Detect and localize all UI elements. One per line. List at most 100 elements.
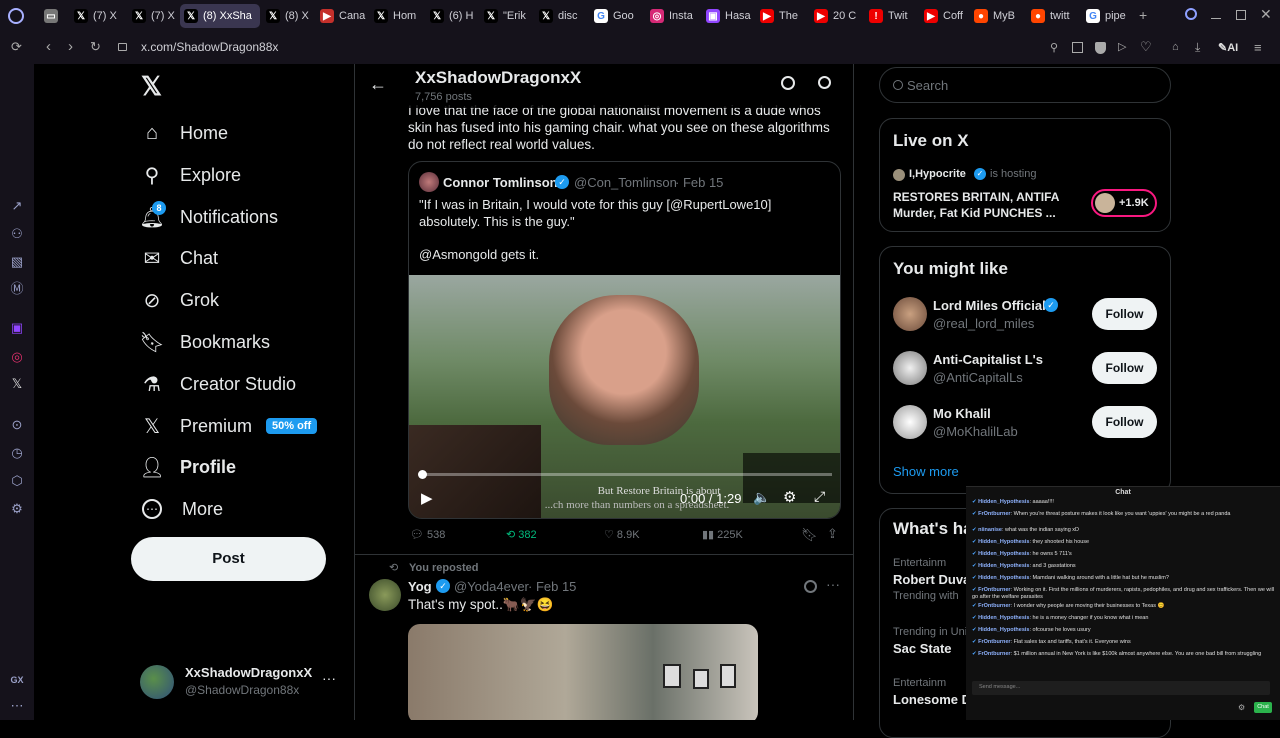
nav-item-bookmarks[interactable]: 🔖︎ Bookmarks [139,327,270,357]
minimize-icon[interactable] [1211,18,1221,19]
bot-icon[interactable]: ⚇ [9,226,25,242]
quoted-author-handle[interactable]: @Con_Tomlinson [574,175,677,190]
aria-icon[interactable]: ↗ [9,198,25,214]
post2-author-handle[interactable]: @Yoda4ever [454,579,529,594]
live-listeners-pill[interactable]: +1.9K [1091,189,1157,217]
tab-search-icon[interactable] [1185,8,1197,20]
quoted-date[interactable]: · Feb 15 [675,175,723,190]
video-play-icon[interactable]: ▶ [421,489,433,507]
browser-tab[interactable]: Gpipe [1082,4,1132,28]
video-fullscreen-icon[interactable]: ⤢ [814,488,825,505]
opera-logo-icon[interactable] [8,8,24,24]
forward-icon[interactable]: › [68,38,73,55]
browser-tab[interactable]: ▣ Hasa [702,4,754,28]
yog-avatar[interactable] [369,579,401,611]
browser-tab[interactable]: ● MyB [970,4,1022,28]
nav-item-chat[interactable]: ✉ Chat [140,243,218,273]
reload-sync-icon[interactable]: ⟳ [11,39,22,55]
settings-icon[interactable]: ⚙ [9,501,25,517]
bookmark-button[interactable]: 🔖︎ [801,527,818,543]
search-input[interactable]: Search [907,78,948,93]
browser-tab[interactable]: ▶ Cana [316,4,368,28]
search-box[interactable]: Search [879,67,1171,103]
twitch-sidebar-icon[interactable]: ▣ [9,320,25,336]
nav-item-grok[interactable]: ⊘ Grok [140,285,219,315]
video-settings-icon[interactable]: ⚙ [783,488,796,506]
browser-tab[interactable]: 𝕏 (8) X [262,4,314,28]
reload-icon[interactable]: ↻ [90,39,101,55]
back-arrow-icon[interactable]: ← [369,74,387,95]
repost-button[interactable]: ⟲ 382 [506,528,537,541]
follow-button[interactable]: Follow [1092,406,1157,438]
heart-icon[interactable]: ♡ [1140,39,1152,55]
player-icon[interactable]: ⊙ [9,417,25,433]
account-switcher[interactable]: XxShadowDragonxX @ShadowDragon88x ··· [140,664,340,700]
views-button[interactable]: ▮▮ 225K [702,528,743,541]
browser-tab[interactable]: ▭ [40,4,68,28]
quoted-author-name[interactable]: Connor Tomlinson [443,175,558,190]
video-player[interactable]: But Restore Britain is about ...ch more … [409,275,840,518]
m-icon[interactable]: Ⓜ [9,281,25,297]
browser-tab[interactable]: ◎ Insta [646,4,698,28]
close-window-icon[interactable]: ✕ [1260,6,1272,23]
browser-tab[interactable]: ▶ The [756,4,808,28]
show-more-link[interactable]: Show more [893,464,959,479]
post-button[interactable]: Post [131,537,326,581]
chat-send-button[interactable]: Chat [1254,702,1272,713]
post2-media[interactable] [408,624,758,720]
pin-icon[interactable]: ⚲ [1050,41,1058,54]
account-more-icon[interactable]: ··· [322,670,336,686]
nav-item-notifications[interactable]: 🔔︎ 8 Notifications [139,201,278,232]
gx-label[interactable]: GX [9,672,25,688]
shield-icon[interactable] [1095,42,1106,54]
browser-tab[interactable]: ● twitt [1027,4,1079,28]
video-scrubber-handle[interactable] [418,470,427,479]
browser-tab[interactable]: 𝕏 Hom [370,4,422,28]
snapshot-icon[interactable] [1072,42,1083,53]
video-progress-track[interactable] [419,473,832,476]
x-logo-icon[interactable]: 𝕏 [141,73,165,99]
url-field[interactable]: x.com/ShadowDragon88x [141,40,278,54]
download-icon[interactable]: ⤓ [1195,40,1200,55]
browser-tab[interactable]: ▶ Coff [920,4,972,28]
back-icon[interactable]: ‹ [46,38,51,55]
browser-tab[interactable]: 𝕏 (8) XxSha [180,4,260,28]
menu-icon[interactable]: ≡ [1254,40,1262,55]
workspace-icon[interactable]: ▧ [9,254,25,270]
reply-button[interactable]: 💬︎ 538 [410,528,445,541]
history-icon[interactable]: ◷ [9,445,25,461]
browser-tab[interactable]: ▶ 20 C [810,4,862,28]
new-tab-icon[interactable]: + [1139,7,1147,23]
quoted-post[interactable]: Connor Tomlinson ✓ @Con_Tomlinson · Feb … [408,161,841,519]
grok-post-icon[interactable] [804,580,817,593]
search-header-icon[interactable] [818,76,831,89]
wallet-icon[interactable]: ⌂ [1172,41,1179,53]
chat-input[interactable]: Send message... [972,681,1270,695]
extensions-icon[interactable]: ⬡ [9,473,25,489]
nav-item-creator-studio[interactable]: ⚗ Creator Studio [140,369,296,399]
chat-settings-icon[interactable]: ⚙ [1238,703,1245,712]
browser-tab[interactable]: ! Twit [865,4,917,28]
browser-tab[interactable]: 𝕏 (7) X [128,4,180,28]
lock-icon[interactable] [118,43,127,51]
ai-button[interactable]: ✎AI [1218,41,1238,54]
live-host-name[interactable]: I,Hypocrite [909,168,966,180]
browser-tab[interactable]: 𝕏 (6) H [426,4,478,28]
nav-item-explore[interactable]: ⚲ Explore [140,160,241,190]
x-sidebar-icon[interactable]: 𝕏 [9,376,25,392]
browser-tab[interactable]: G Goo [590,4,642,28]
post-more-icon[interactable]: ··· [826,576,840,592]
follow-button[interactable]: Follow [1092,352,1157,384]
post2-author-name[interactable]: Yog [408,579,432,594]
play-icon[interactable]: ▷ [1118,40,1126,53]
follow-button[interactable]: Follow [1092,298,1157,330]
nav-item-premium[interactable]: 𝕏 Premium 50% off [140,411,318,441]
post2-date[interactable]: · Feb 15 [528,579,576,594]
browser-tab[interactable]: 𝕏 "Erik [480,4,532,28]
more-icon[interactable]: ⋯ [9,698,25,714]
live-topic[interactable]: RESTORES BRITAIN, ANTIFA Murder, Fat Kid… [893,189,1083,221]
browser-tab[interactable]: 𝕏disc [535,4,587,28]
browser-tab[interactable]: 𝕏 (7) X [70,4,122,28]
nav-item-profile[interactable]: 👤︎ Profile [139,452,236,482]
share-button[interactable]: ⇪ [827,526,838,542]
